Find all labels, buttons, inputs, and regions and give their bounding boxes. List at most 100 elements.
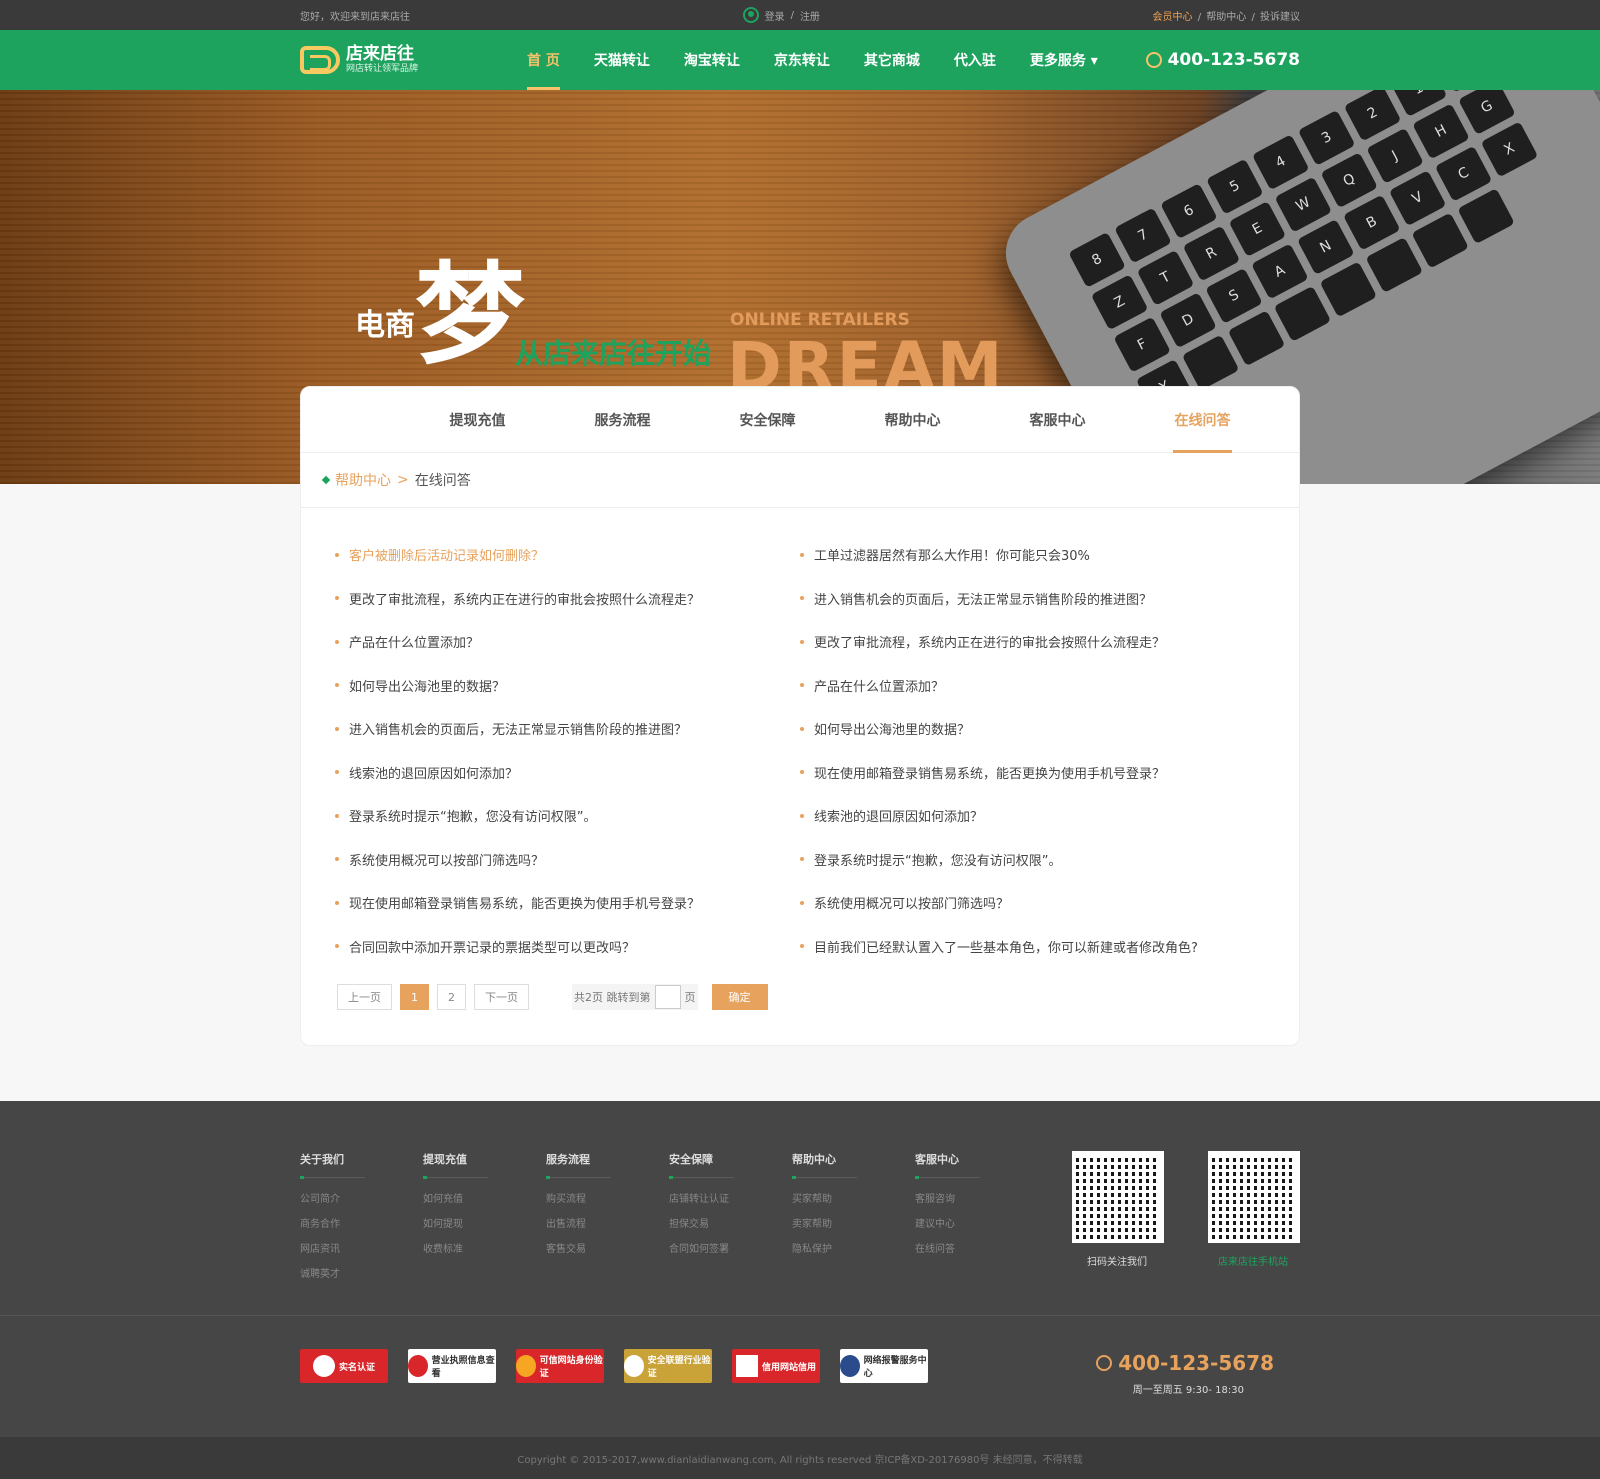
badge-credit-site[interactable]: 信用网站信用 xyxy=(732,1349,820,1383)
faq-item[interactable]: 更改了审批流程，系统内正在进行的审批会按照什么流程走？ xyxy=(335,577,800,621)
top-bar: 您好，欢迎来到店来店往 登录 / 注册 会员中心 / 帮助中心 / 投诉建议 xyxy=(0,0,1600,30)
badge-police[interactable]: 网络报警服务中心 xyxy=(840,1349,928,1383)
nav-taobao[interactable]: 淘宝转让 xyxy=(667,30,757,90)
footer-link[interactable]: 如何充值 xyxy=(423,1190,546,1215)
faq-item[interactable]: 系统使用概况可以按部门筛选吗？ xyxy=(800,881,1265,925)
header-phone: 400-123-5678 xyxy=(1145,50,1300,70)
faq-item[interactable]: 目前我们已经默认置入了一些基本角色，你可以新建或者修改角色? xyxy=(800,925,1265,969)
breadcrumb-separator: > xyxy=(397,472,409,488)
tab-withdraw[interactable]: 提现充值 xyxy=(405,387,550,452)
footer-column: 客服中心客服咨询 建议中心 在线问答 xyxy=(915,1151,1038,1290)
footer: 关于我们 公司简介 商务合作 网店资讯 诚聘英才 提现充值 如何充值 如何提现 收费标准 服务流程… xyxy=(0,1101,1600,1479)
tab-security[interactable]: 安全保障 xyxy=(695,387,840,452)
prev-page-button[interactable]: 上一页 xyxy=(337,984,392,1010)
footer-link[interactable]: 卖家帮助 xyxy=(792,1215,915,1240)
faq-item[interactable]: 现在使用邮箱登录销售易系统，能否更换为使用手机号登录？ xyxy=(335,881,800,925)
divider: / xyxy=(1251,11,1255,23)
footer-link[interactable]: 店铺转让认证 xyxy=(669,1190,792,1215)
tab-customer-service[interactable]: 客服中心 xyxy=(985,387,1130,452)
footer-link[interactable]: 建议中心 xyxy=(915,1215,1038,1240)
qr-follow-caption: 扫码关注我们 xyxy=(1087,1257,1147,1268)
tab-service-flow[interactable]: 服务流程 xyxy=(550,387,695,452)
badge-business-license[interactable]: 营业执照信息查看 xyxy=(408,1349,496,1383)
keyboard-key xyxy=(1273,285,1332,342)
faq-item[interactable]: 进入销售机会的页面后，无法正常显示销售阶段的推进图？ xyxy=(800,577,1265,621)
faq-item[interactable]: 登录系统时提示“抱歉，您没有访问权限”。 xyxy=(335,794,800,838)
slogan-online: ONLINE RETAILERS xyxy=(730,310,910,330)
faq-item[interactable]: 合同回款中添加开票记录的票据类型可以更改吗？ xyxy=(335,925,800,969)
logo[interactable]: 店来店往 网店转让领军品牌 xyxy=(300,45,510,75)
faq-item[interactable]: 如何导出公海池里的数据？ xyxy=(800,707,1265,751)
login-link[interactable]: 登录 xyxy=(765,8,785,23)
member-center-link[interactable]: 会员中心 xyxy=(1153,12,1193,23)
page-jump-confirm-button[interactable]: 确定 xyxy=(711,984,768,1010)
faq-item[interactable]: 进入销售机会的页面后，无法正常显示销售阶段的推进图？ xyxy=(335,707,800,751)
nav-jd[interactable]: 京东转让 xyxy=(757,30,847,90)
footer-link[interactable]: 购买流程 xyxy=(546,1190,669,1215)
footer-link[interactable]: 隐私保护 xyxy=(792,1240,915,1265)
register-link[interactable]: 注册 xyxy=(800,8,820,23)
tab-online-qa[interactable]: 在线问答 xyxy=(1130,387,1275,453)
faq-item[interactable]: 产品在什么位置添加？ xyxy=(335,620,800,664)
faq-item[interactable]: 更改了审批流程，系统内正在进行的审批会按照什么流程走？ xyxy=(800,620,1265,664)
keyboard-key xyxy=(1365,236,1424,293)
breadcrumb-help-center[interactable]: 帮助中心 xyxy=(335,470,391,490)
nav-home[interactable]: 首 页 xyxy=(510,30,577,90)
footer-link[interactable]: 公司简介 xyxy=(300,1190,423,1215)
faq-item[interactable]: 工单过滤器居然有那么大作用！你可能只会30% xyxy=(800,533,1265,577)
breadcrumb-icon xyxy=(321,475,331,485)
qr-mobile-caption: 店来店往手机站 xyxy=(1218,1257,1288,1268)
breadcrumb-current: 在线问答 xyxy=(414,473,471,489)
keyboard-key xyxy=(1319,261,1378,318)
badge-icon xyxy=(735,1355,758,1377)
faq-item[interactable]: 线索池的退回原因如何添加？ xyxy=(800,794,1265,838)
nav-agent-entry[interactable]: 代入驻 xyxy=(937,30,1013,90)
faq-item[interactable]: 产品在什么位置添加？ xyxy=(800,664,1265,708)
nav-other-mall[interactable]: 其它商城 xyxy=(847,30,937,90)
badge-trusted-site[interactable]: 可信网站身份验证 xyxy=(516,1349,604,1383)
divider: / xyxy=(1197,11,1202,23)
footer-column: 安全保障 店铺转让认证 担保交易 合同如何签署 xyxy=(669,1151,792,1290)
footer-column-title: 客服中心 xyxy=(915,1153,959,1166)
footer-link[interactable]: 担保交易 xyxy=(669,1215,792,1240)
nav-more-services[interactable]: 更多服务 ▾ xyxy=(1013,30,1115,90)
footer-link[interactable]: 合同如何签署 xyxy=(669,1240,792,1265)
footer-link[interactable]: 诚聘英才 xyxy=(300,1265,423,1290)
badge-icon xyxy=(312,1355,335,1377)
faq-item[interactable]: 客户被删除后活动记录如何删除？ xyxy=(335,533,800,577)
logo-icon xyxy=(300,46,340,74)
help-center-link[interactable]: 帮助中心 xyxy=(1206,12,1246,23)
footer-link[interactable]: 客售交易 xyxy=(546,1240,669,1265)
tab-help-center[interactable]: 帮助中心 xyxy=(840,387,985,452)
badge-real-name[interactable]: 实名认证 xyxy=(300,1349,388,1383)
pagination: 上一页 1 2 下一页 共2页 跳转到第 页 确定 xyxy=(301,984,1299,1010)
footer-link[interactable]: 在线问答 xyxy=(915,1240,1038,1265)
footer-link[interactable]: 买家帮助 xyxy=(792,1190,915,1215)
faq-item[interactable]: 系统使用概况可以按部门筛选吗？ xyxy=(335,838,800,882)
nav-tmall[interactable]: 天猫转让 xyxy=(577,30,667,90)
footer-link[interactable]: 商务合作 xyxy=(300,1215,423,1240)
next-page-button[interactable]: 下一页 xyxy=(474,984,529,1010)
footer-column-title: 关于我们 xyxy=(300,1153,344,1166)
footer-column-title: 服务流程 xyxy=(546,1153,590,1166)
faq-item[interactable]: 现在使用邮箱登录销售易系统，能否更换为使用手机号登录？ xyxy=(800,751,1265,795)
footer-link[interactable]: 收费标准 xyxy=(423,1240,546,1265)
wechat-qr-code-image xyxy=(1072,1151,1164,1243)
footer-link[interactable]: 网店资讯 xyxy=(300,1240,423,1265)
footer-link[interactable]: 客服咨询 xyxy=(915,1190,1038,1215)
complaint-link[interactable]: 投诉建议 xyxy=(1260,12,1300,23)
footer-link[interactable]: 如何提现 xyxy=(423,1215,546,1240)
faq-column-left: 客户被删除后活动记录如何删除？ 更改了审批流程，系统内正在进行的审批会按照什么流程… xyxy=(335,533,800,968)
page-jump-input[interactable] xyxy=(654,985,681,1009)
page-unit-text: 页 xyxy=(684,991,696,1004)
main-nav: 首 页 天猫转让 淘宝转让 京东转让 其它商城 代入驻 更多服务 ▾ xyxy=(510,30,1115,90)
page-2-button[interactable]: 2 xyxy=(437,984,466,1010)
badge-security-alliance[interactable]: 安全联盟行业验证 xyxy=(624,1349,712,1383)
faq-item[interactable]: 登录系统时提示“抱歉，您没有访问权限”。 xyxy=(800,838,1265,882)
page-1-button[interactable]: 1 xyxy=(400,984,429,1010)
logo-subtitle: 网店转让领军品牌 xyxy=(346,64,419,74)
faq-item[interactable]: 如何导出公海池里的数据？ xyxy=(335,664,800,708)
footer-link[interactable]: 出售流程 xyxy=(546,1215,669,1240)
breadcrumb: 帮助中心 > 在线问答 xyxy=(301,453,1299,508)
faq-item[interactable]: 线索池的退回原因如何添加？ xyxy=(335,751,800,795)
